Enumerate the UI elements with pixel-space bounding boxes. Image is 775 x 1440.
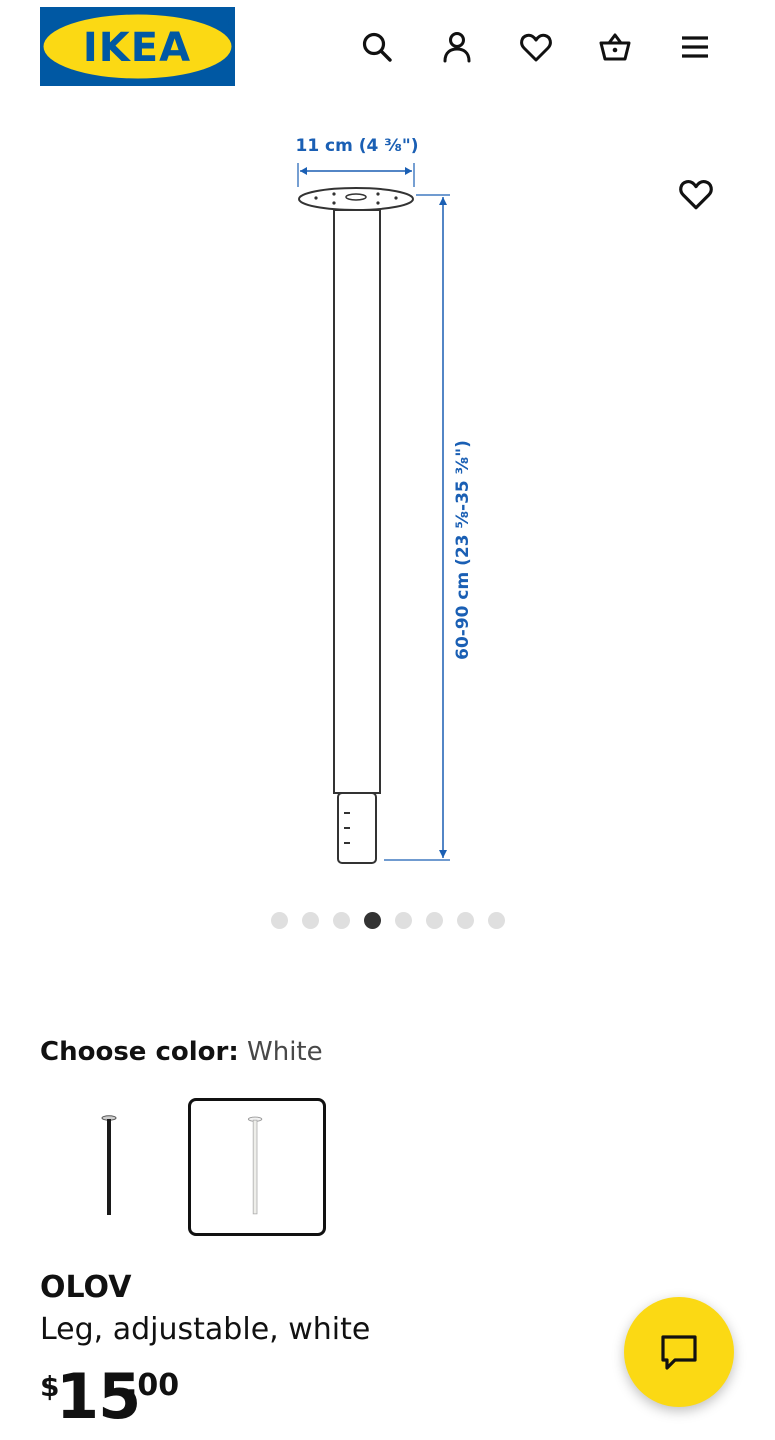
heart-icon bbox=[679, 180, 713, 210]
search-icon[interactable] bbox=[356, 26, 398, 68]
selected-color-value: White bbox=[247, 1037, 323, 1067]
height-dimension: 60-90 cm (23 ⅝-35 ⅜") bbox=[384, 194, 473, 861]
svg-text:60-90 cm (23 ⅝-35 ⅜"): 60-90 cm (23 ⅝-35 ⅜") bbox=[453, 440, 473, 660]
heart-icon[interactable] bbox=[515, 26, 557, 68]
color-chooser-label: Choose color: White bbox=[40, 1034, 323, 1070]
carousel-dot-7[interactable] bbox=[456, 912, 474, 929]
product-description: Leg, adjustable, white bbox=[40, 1312, 371, 1347]
carousel-dot-3[interactable] bbox=[332, 912, 350, 929]
product-name: OLOV bbox=[40, 1270, 132, 1305]
carousel-indicator bbox=[0, 912, 775, 930]
product-image: 11 cm (4 ⅜") 60-90 cm (23 ⅝-35 ⅜") bbox=[250, 125, 500, 870]
add-to-favorites-button[interactable] bbox=[674, 172, 718, 216]
site-header: IKEA ® bbox=[0, 0, 775, 96]
color-option-white[interactable] bbox=[188, 1098, 326, 1236]
carousel-dot-5[interactable] bbox=[394, 912, 412, 929]
color-label-title: Choose color: bbox=[40, 1037, 239, 1067]
carousel-dot-2[interactable] bbox=[301, 912, 319, 929]
chat-icon bbox=[661, 1335, 697, 1370]
basket-icon[interactable] bbox=[594, 26, 636, 68]
chat-button[interactable] bbox=[624, 1297, 734, 1407]
color-option-black[interactable] bbox=[40, 1098, 178, 1236]
carousel-dot-1[interactable] bbox=[270, 912, 288, 929]
ikea-logo[interactable]: IKEA ® bbox=[40, 7, 235, 86]
svg-text:11 cm (4 ⅜"): 11 cm (4 ⅜") bbox=[295, 136, 418, 156]
svg-text:IKEA: IKEA bbox=[83, 25, 191, 71]
account-icon[interactable] bbox=[436, 26, 478, 68]
carousel-dot-4[interactable] bbox=[363, 912, 381, 929]
price-decimal: .00 bbox=[126, 1368, 180, 1403]
carousel-dot-6[interactable] bbox=[425, 912, 443, 929]
menu-icon[interactable] bbox=[674, 26, 716, 68]
leg-illustration bbox=[298, 187, 414, 864]
carousel-dot-8[interactable] bbox=[487, 912, 505, 929]
width-dimension: 11 cm (4 ⅜") bbox=[295, 136, 419, 187]
svg-text:®: ® bbox=[225, 18, 234, 28]
